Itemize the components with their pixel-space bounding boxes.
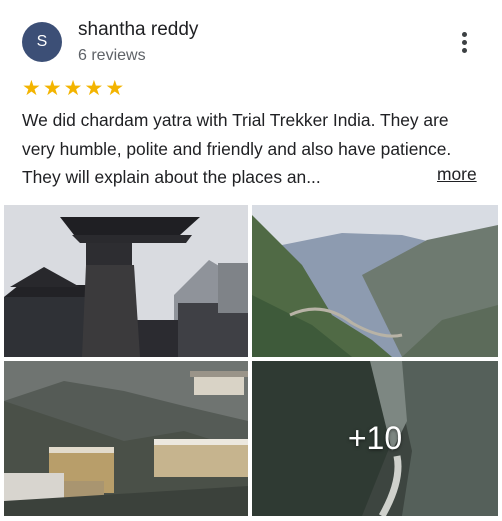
village-photo[interactable] bbox=[4, 361, 248, 516]
river-gorge-photo[interactable]: +10 bbox=[252, 361, 498, 516]
more-photos-count: +10 bbox=[347, 420, 403, 456]
star-icon: ★ bbox=[42, 77, 62, 100]
temple-photo[interactable] bbox=[4, 205, 248, 357]
star-icon: ★ bbox=[84, 77, 104, 100]
photo-grid: +10 bbox=[4, 205, 498, 516]
avatar-initial: S bbox=[36, 33, 48, 50]
more-button[interactable]: more bbox=[437, 164, 477, 185]
star-rating: ★ ★ ★ ★ ★ bbox=[22, 78, 124, 100]
valley-photo[interactable] bbox=[252, 205, 498, 357]
star-icon: ★ bbox=[22, 77, 41, 100]
reviewer-review-count: 6 reviews bbox=[78, 47, 146, 64]
star-icon: ★ bbox=[105, 77, 125, 100]
avatar[interactable]: S bbox=[22, 22, 62, 62]
star-icon: ★ bbox=[63, 77, 83, 100]
review-body: We did chardam yatra with Trial Trekker … bbox=[22, 106, 484, 192]
review-text: We did chardam yatra with Trial Trekker … bbox=[22, 110, 452, 187]
reviewer-name[interactable]: shantha reddy bbox=[78, 19, 198, 41]
more-options-icon[interactable] bbox=[454, 32, 474, 56]
